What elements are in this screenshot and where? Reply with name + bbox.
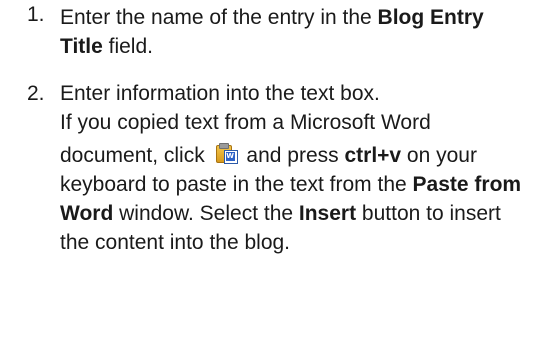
instruction-steps: 1. Enter the name of the entry in the Bl…	[0, 0, 560, 257]
paste-from-word-icon: W	[215, 143, 238, 164]
step-2-text-f: window. Select the	[113, 202, 299, 225]
step-2-text-c: document, click	[60, 144, 211, 167]
insert-label: Insert	[298, 202, 357, 225]
step-2-line-1: Enter information into the text box.	[60, 82, 380, 105]
step-2-number: 2.	[27, 82, 45, 105]
step-2-text-d: and press	[240, 144, 345, 167]
step-1: 1. Enter the name of the entry in the Bl…	[0, 0, 530, 61]
step-1-number: 1.	[27, 3, 45, 26]
step-1-text-b: field.	[102, 35, 153, 58]
ctrl-v-shortcut: ctrl+v	[344, 144, 402, 167]
step-2: 2. Enter information into the text box. …	[0, 79, 530, 257]
step-2-line-2: If you copied text from a Microsoft Word	[60, 111, 431, 134]
step-1-text-a: Enter the name of the entry in the	[60, 6, 378, 29]
step-2-paragraph: document, click W and press ctrl+v on yo…	[60, 141, 530, 257]
